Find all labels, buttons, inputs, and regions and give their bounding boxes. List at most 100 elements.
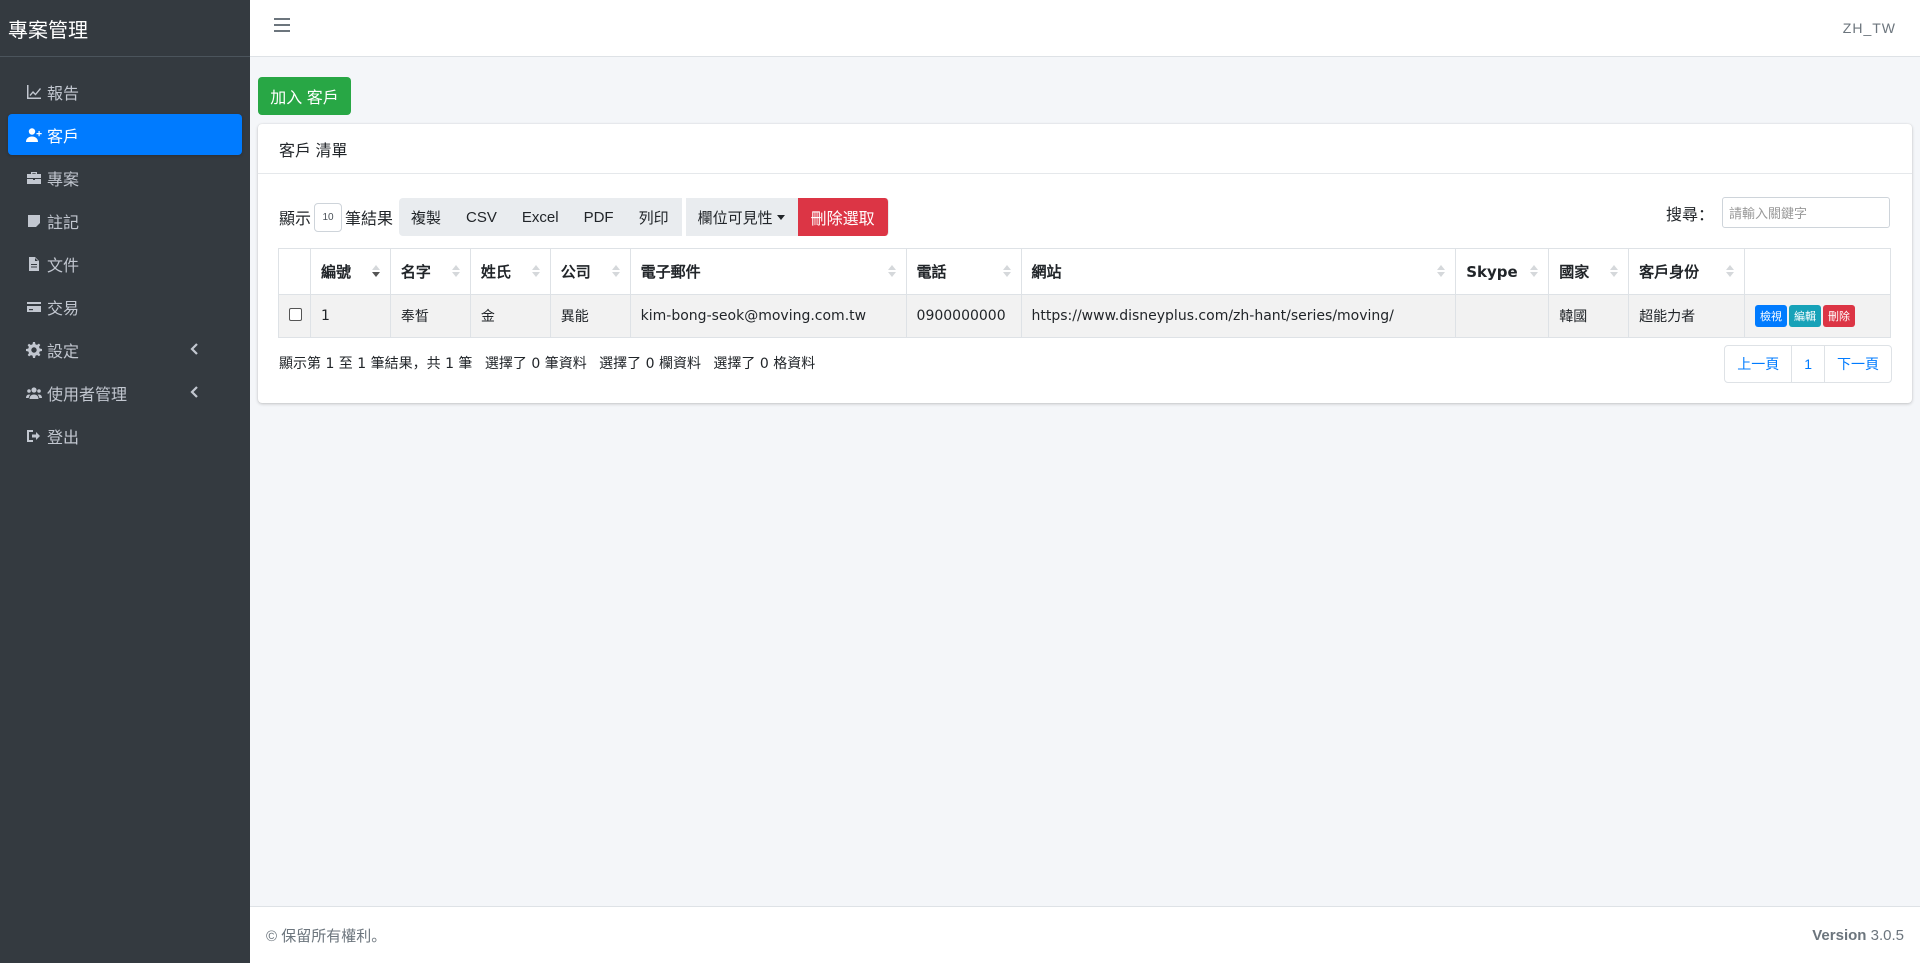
briefcase-icon [25,169,43,187]
edit-button[interactable]: 編輯 [1789,305,1822,327]
sidebar-item-label: 客戶 [47,128,80,146]
cell-first-name: 奉晳 [389,294,471,338]
cell-website: https://www.disneyplus.com/zh-hant/serie… [1020,294,1457,338]
copy-button[interactable]: 複製 [399,198,455,236]
column-visibility-label: 欄位可見性 [697,209,773,227]
pagination: 上一頁 1 下一頁 [1724,345,1892,383]
column-header-status[interactable]: 客戶身份 [1628,248,1746,295]
cell-skype [1455,294,1550,338]
footer: © 保留所有權利。 Version 3.0.5 [250,906,1920,963]
delete-button[interactable]: 刪除 [1823,305,1856,327]
sidebar-item-reports[interactable]: 報告 [8,71,242,112]
sidebar-item-notes[interactable]: 註記 [8,200,242,241]
print-button[interactable]: 列印 [626,198,682,236]
caret-down-icon [776,214,785,220]
column-header-last-name[interactable]: 姓氏 [469,248,551,295]
chevron-left-icon [188,385,202,399]
add-client-button[interactable]: 加入 客戶 [258,77,351,115]
sign-out-icon [25,427,43,445]
sidebar-item-label: 報告 [47,85,80,103]
table-row[interactable]: 1 奉晳 金 異能 kim-bong-seok@moving.com.tw 09… [278,294,1891,338]
pdf-button[interactable]: PDF [571,198,627,236]
row-checkbox[interactable] [289,307,302,321]
column-header-actions [1744,248,1891,295]
top-navbar: ZH_TW [250,0,1920,57]
column-header-first-name[interactable]: 名字 [389,248,471,295]
language-indicator[interactable]: ZH_TW [1843,20,1896,36]
cell-country: 韓國 [1548,294,1630,338]
cols-selected-info: 選擇了 0 欄資料 [599,356,701,372]
sort-icon [611,265,620,279]
sticky-note-icon [25,212,43,230]
sidebar-item-documents[interactable]: 文件 [8,243,242,284]
version-number: 3.0.5 [1870,926,1904,944]
export-button-group: 複製 CSV Excel PDF 列印 欄位可見性 刪除選取 [399,198,889,236]
sidebar-item-label: 設定 [47,343,80,361]
column-header-email[interactable]: 電子郵件 [629,248,907,295]
table-info: 顯示第 1 至 1 筆結果，共 1 筆 選擇了 0 筆資料 選擇了 0 欄資料 … [279,353,823,373]
prev-page-button[interactable]: 上一頁 [1725,346,1793,382]
next-page-button[interactable]: 下一頁 [1825,346,1891,382]
client-list-card: 客戶 清單 顯示 10 筆結果 複製 CSV Excel PDF 列印 欄位可見… [258,124,1912,403]
brand-title[interactable]: 專案管理 [0,0,250,57]
sort-asc-icon [371,265,380,279]
column-header-country[interactable]: 國家 [1548,248,1630,295]
user-plus-icon [25,126,43,144]
delete-selected-button[interactable]: 刪除選取 [797,198,889,236]
sidebar-item-label: 交易 [47,300,80,318]
column-header-company[interactable]: 公司 [549,248,631,295]
sidebar-item-user-management[interactable]: 使用者管理 [8,372,242,413]
sidebar-item-logout[interactable]: 登出 [8,415,242,456]
sidebar-nav: 報告 客戶 專案 註記 文件 交易 設定 使用者管理 登出 [0,57,250,456]
hamburger-menu-icon[interactable] [274,18,290,36]
cell-email: kim-bong-seok@moving.com.tw [629,294,907,338]
table-header-row: 編號 名字 姓氏 公司 電子郵件 電話 網站 Skype 國家 客戶身份 [278,248,1891,295]
version-info: Version 3.0.5 [1812,927,1904,944]
sidebar: 專案管理 報告 客戶 專案 註記 文件 交易 設定 使用者管理 登出 [0,0,250,963]
sidebar-item-label: 文件 [47,257,80,275]
excel-button[interactable]: Excel [509,198,572,236]
sort-icon [887,265,896,279]
sort-icon [1002,265,1011,279]
gear-icon [25,341,43,359]
search-input[interactable]: 請輸入關鍵字 [1722,197,1890,228]
cell-last-name: 金 [469,294,551,338]
file-icon [25,255,43,273]
table-summary: 顯示第 1 至 1 筆結果，共 1 筆 [279,356,473,372]
version-label: Version [1812,926,1867,944]
csv-button[interactable]: CSV [454,198,510,236]
view-button[interactable]: 檢視 [1755,305,1788,327]
cell-company: 異能 [549,294,631,338]
cell-actions: 檢視 編輯 刪除 [1744,294,1891,338]
column-visibility-button[interactable]: 欄位可見性 [685,198,798,236]
sort-icon [451,265,460,279]
credit-card-icon [25,298,43,316]
sidebar-item-clients[interactable]: 客戶 [8,114,242,155]
column-header-website[interactable]: 網站 [1020,248,1457,295]
page-1-button[interactable]: 1 [1792,346,1825,382]
table-controls: 顯示 10 筆結果 複製 CSV Excel PDF 列印 欄位可見性 刪除選取 [279,198,889,236]
card-title: 客戶 清單 [258,124,1912,174]
column-header-skype[interactable]: Skype [1455,248,1550,295]
sidebar-item-settings[interactable]: 設定 [8,329,242,370]
copyright-text: © 保留所有權利。 [266,927,387,945]
sort-icon [1610,265,1619,279]
sidebar-item-label: 登出 [47,429,80,447]
length-suffix: 筆結果 [345,211,394,228]
sort-icon [1726,265,1735,279]
sidebar-item-label: 註記 [47,214,80,232]
column-header-id[interactable]: 編號 [309,248,391,295]
rows-selected-info: 選擇了 0 筆資料 [484,356,587,372]
page-length-select[interactable]: 10 [314,202,343,232]
sidebar-item-label: 專案 [47,171,80,189]
users-icon [25,384,43,402]
cell-status: 超能力者 [1628,294,1746,338]
cell-phone: 0900000000 [905,294,1022,338]
chevron-left-icon [188,342,202,356]
sidebar-item-label: 使用者管理 [47,386,128,404]
sidebar-item-transactions[interactable]: 交易 [8,286,242,327]
sort-icon [1437,265,1446,279]
sidebar-item-projects[interactable]: 專案 [8,157,242,198]
chart-line-icon [25,83,43,101]
column-header-phone[interactable]: 電話 [905,248,1022,295]
